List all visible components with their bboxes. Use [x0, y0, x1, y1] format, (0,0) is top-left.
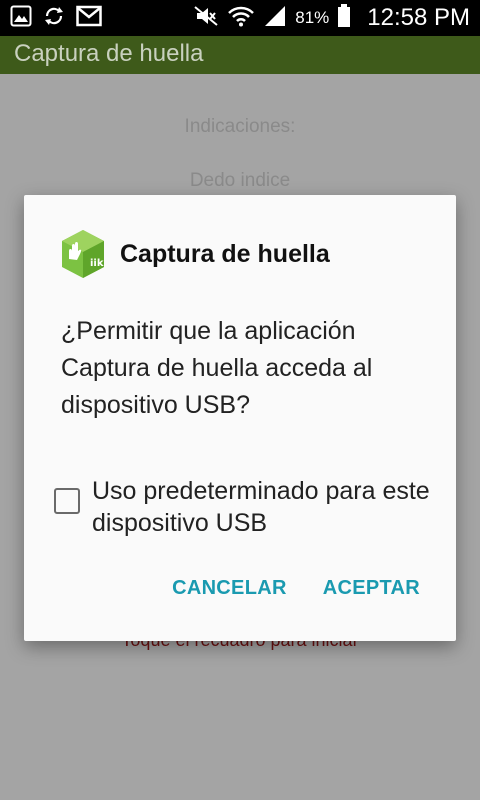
default-usage-checkbox[interactable] [54, 488, 80, 514]
dialog-header: iik Captura de huella [60, 229, 330, 279]
accept-button[interactable]: ACEPTAR [323, 577, 420, 600]
status-right-icons: 81% 12:58 PM [193, 0, 470, 36]
instructions-label: Indicaciones: [184, 116, 296, 137]
dialog-message: ¿Permitir que la aplicación Captura de h… [61, 317, 373, 419]
app-title: Captura de huella [14, 40, 204, 67]
finger-label: Dedo indice [189, 170, 291, 191]
battery-percent: 81% [295, 8, 330, 27]
status-bar: 81% 12:58 PM [0, 0, 480, 36]
cancel-button[interactable]: CANCELAR [172, 577, 287, 600]
dialog-buttons: CANCELAR ACEPTAR [172, 577, 420, 600]
default-usage-option[interactable]: Uso predeterminado para este dispositivo… [54, 475, 444, 539]
signal-icon [263, 5, 287, 31]
app-logo-icon: iik [60, 229, 106, 279]
status-time: 12:58 PM [367, 4, 470, 31]
battery-icon [337, 4, 351, 32]
gmail-icon [76, 5, 102, 31]
dialog-title: Captura de huella [120, 239, 330, 268]
sync-icon [42, 4, 66, 32]
gallery-icon [10, 5, 32, 31]
mute-icon [193, 5, 219, 31]
status-left-icons [10, 0, 102, 36]
default-usage-label[interactable]: Uso predeterminado para este dispositivo… [92, 475, 432, 539]
app-bar: Captura de huella [0, 36, 480, 74]
wifi-icon [227, 5, 255, 31]
usb-permission-dialog: iik Captura de huella ¿Permitir que la a… [24, 195, 456, 641]
svg-text:iik: iik [90, 258, 104, 269]
screen: 81% 12:58 PM Captura de huella Indicacio… [0, 0, 480, 800]
